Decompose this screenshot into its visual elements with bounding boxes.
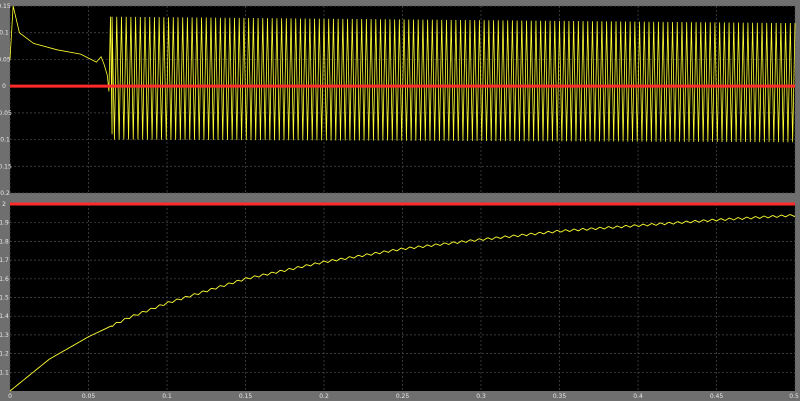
x-tick-label: 0.15 <box>239 393 253 400</box>
y-tick-label: 1.6 <box>0 276 9 283</box>
y-tick-label: 0.1 <box>0 30 9 37</box>
x-tick-label: 0.1 <box>162 393 172 400</box>
x-tick-label: 0.45 <box>710 393 724 400</box>
y-tick-label: -0.1 <box>0 137 10 144</box>
x-tick-label: 0.25 <box>396 393 410 400</box>
x-tick-label: 0.4 <box>633 393 643 400</box>
y-tick-label: 1.4 <box>0 313 9 320</box>
y-tick-label: 1.3 <box>0 332 9 339</box>
y-tick-label: 1.5 <box>0 295 9 302</box>
x-tick-label: 0.35 <box>553 393 567 400</box>
chart-bottom: 1.1 1.2 1.3 1.4 1.5 1.6 1.7 1.8 1.9 2 0 0.05 0.1 0.1… <box>0 201 799 400</box>
y-tick-label: -0.05 <box>0 110 12 117</box>
y-tick-label: 0.15 <box>0 3 11 10</box>
y-tick-label: 1.1 <box>0 369 9 376</box>
y-tick-label: 1.2 <box>0 351 9 358</box>
y-tick-label: 1.9 <box>0 220 9 227</box>
y-tick-labels-bottom: 1.1 1.2 1.3 1.4 1.5 1.6 1.7 1.8 1.9 2 <box>0 201 9 376</box>
x-tick-label: 0 <box>8 393 12 400</box>
y-tick-label: 2 <box>2 201 6 208</box>
y-tick-label: -0.15 <box>0 163 12 170</box>
x-tick-label: 0.2 <box>319 393 329 400</box>
y-tick-label: 0 <box>2 83 6 90</box>
y-tick-label: 1.7 <box>0 257 9 264</box>
scope-figure: -0.2 -0.15 -0.1 -0.05 0 0.05 0.1 0.15 1.1 1.2 1.3… <box>0 3 799 400</box>
x-tick-label: 0.05 <box>82 393 96 400</box>
x-tick-labels-bottom: 0 0.05 0.1 0.15 0.2 0.25 0.3 0.35 0.4 0.45 0.5 <box>8 393 799 400</box>
x-tick-label: 0.5 <box>789 393 799 400</box>
chart-top: -0.2 -0.15 -0.1 -0.05 0 0.05 0.1 0.15 <box>0 3 796 197</box>
x-tick-label: 0.3 <box>476 393 486 400</box>
y-tick-label: 0.05 <box>0 56 11 63</box>
y-tick-label: -0.2 <box>0 190 10 197</box>
y-tick-label: 1.8 <box>0 238 9 245</box>
